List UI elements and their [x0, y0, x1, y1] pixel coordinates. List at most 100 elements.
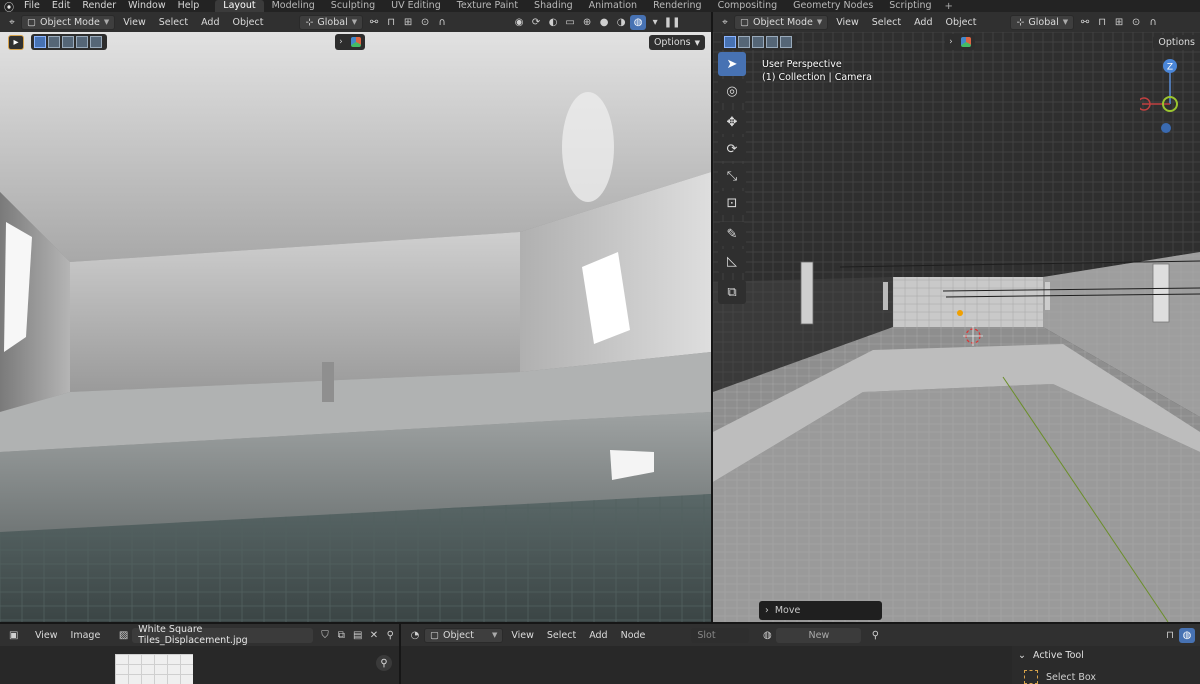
tool-settings-icon[interactable]: ⊓: [1162, 628, 1178, 643]
tab-modeling[interactable]: Modeling: [264, 0, 323, 12]
add-cube-icon[interactable]: ⧉: [718, 280, 746, 304]
shader-editor[interactable]: ◔ ▢ Object ▼ View Select Add Node Slot ◍…: [401, 624, 1012, 684]
select-invert-icon[interactable]: [76, 36, 88, 48]
select-intersect-icon[interactable]: [90, 36, 102, 48]
select-intersect-icon[interactable]: [780, 36, 792, 48]
cursor-icon[interactable]: ◎: [718, 79, 746, 103]
image-browse-icon[interactable]: ▨: [116, 628, 131, 643]
tab-texture-paint[interactable]: Texture Paint: [449, 0, 526, 12]
navigation-gizmo[interactable]: Z: [1140, 52, 1200, 152]
unlink-image-icon[interactable]: ✕: [366, 628, 381, 643]
properties-editor[interactable]: ⊓ ◍ ⌄ Active Tool Select Box: [1012, 624, 1200, 684]
move-icon[interactable]: ✥: [718, 110, 746, 134]
right-mode-dropdown[interactable]: ▢ Object Mode ▼: [734, 14, 829, 30]
left-menu-object[interactable]: Object: [227, 15, 268, 30]
menu-edit[interactable]: Edit: [46, 0, 76, 12]
tab-compositing[interactable]: Compositing: [710, 0, 786, 12]
left-menu-add[interactable]: Add: [196, 15, 224, 30]
menu-help[interactable]: Help: [172, 0, 206, 12]
select-new-icon[interactable]: [724, 36, 736, 48]
snap-target-icon[interactable]: ⊞: [1111, 15, 1127, 30]
pin-icon[interactable]: ⚲: [383, 628, 398, 643]
node-editor-type-icon[interactable]: ◔: [407, 628, 423, 643]
zoom-icon[interactable]: ⚲: [376, 655, 392, 671]
shader-type-dropdown[interactable]: ▢ Object ▼: [424, 627, 504, 643]
right-menu-view[interactable]: View: [831, 15, 864, 30]
select-new-icon[interactable]: [34, 36, 46, 48]
rotate-icon[interactable]: ⟳: [718, 137, 746, 161]
shading-options-icon[interactable]: ▾: [647, 15, 663, 30]
select-box-tool[interactable]: Select Box: [1024, 670, 1096, 684]
shader-menu-node[interactable]: Node: [616, 628, 651, 643]
menu-render[interactable]: Render: [76, 0, 122, 12]
tab-shading[interactable]: Shading: [526, 0, 581, 12]
right-3d-viewport[interactable]: ⌖ ▢ Object Mode ▼ View Select Add Object…: [713, 12, 1200, 622]
pivot-icon[interactable]: ⚯: [366, 15, 382, 30]
tab-layout[interactable]: Layout: [215, 0, 264, 12]
right-menu-add[interactable]: Add: [909, 15, 937, 30]
select-box-icon[interactable]: ➤: [718, 52, 746, 76]
right-menu-object[interactable]: Object: [940, 15, 981, 30]
last-operator-panel[interactable]: › Move: [759, 601, 882, 620]
tab-scripting[interactable]: Scripting: [881, 0, 939, 12]
editor-type-icon[interactable]: ⌖: [4, 15, 20, 30]
tab-geometry-nodes[interactable]: Geometry Nodes: [785, 0, 881, 12]
new-material-button[interactable]: New: [776, 627, 862, 643]
right-menu-select[interactable]: Select: [867, 15, 906, 30]
image-menu-image[interactable]: Image: [66, 628, 106, 643]
fake-user-icon[interactable]: ⛉: [317, 628, 332, 643]
left-scene-toggle[interactable]: ›: [335, 34, 365, 50]
select-subtract-icon[interactable]: [752, 36, 764, 48]
material-browse-icon[interactable]: ◍: [759, 628, 775, 643]
tab-uv-editing[interactable]: UV Editing: [383, 0, 449, 12]
image-editor[interactable]: ▣ View Image ▨ White Square Tiles_Displa…: [0, 624, 399, 684]
pivot-icon[interactable]: ⚯: [1077, 15, 1093, 30]
select-extend-icon[interactable]: [738, 36, 750, 48]
image-name-field[interactable]: White Square Tiles_Displacement.jpg: [132, 624, 314, 646]
proportional-edit-icon[interactable]: ⊙: [1128, 15, 1144, 30]
pin-icon[interactable]: ⚲: [867, 628, 883, 643]
left-transform-orientation[interactable]: ⊹ Global ▼: [299, 14, 364, 30]
right-options-button[interactable]: Options: [1153, 35, 1200, 50]
tool-select-icon[interactable]: ▸: [8, 34, 24, 50]
left-options-button[interactable]: Options ▼: [648, 35, 705, 50]
tab-rendering[interactable]: Rendering: [645, 0, 710, 12]
falloff-icon[interactable]: ∩: [1145, 15, 1161, 30]
gizmo-icon[interactable]: ⟳: [528, 15, 544, 30]
transform-icon[interactable]: ⊡: [718, 191, 746, 215]
scale-icon[interactable]: ⤡: [718, 164, 746, 188]
measure-icon[interactable]: ◺: [718, 249, 746, 273]
proportional-edit-icon[interactable]: ⊙: [417, 15, 433, 30]
editor-type-icon[interactable]: ⌖: [717, 15, 733, 30]
shading-solid-icon[interactable]: ●: [596, 15, 612, 30]
image-editor-type-icon[interactable]: ▣: [6, 628, 21, 643]
duplicate-image-icon[interactable]: ⧉: [334, 628, 349, 643]
shader-menu-add[interactable]: Add: [584, 628, 612, 643]
select-extend-icon[interactable]: [48, 36, 60, 48]
tab-sculpting[interactable]: Sculpting: [323, 0, 383, 12]
left-3d-viewport[interactable]: ⌖ ▢ Object Mode ▼ View Select Add Object…: [0, 12, 711, 622]
xray-icon[interactable]: ▭: [562, 15, 578, 30]
visibility-icon[interactable]: ◉: [511, 15, 527, 30]
right-transform-orientation[interactable]: ⊹ Global ▼: [1010, 14, 1075, 30]
snap-icon[interactable]: ⊓: [1094, 15, 1110, 30]
left-menu-view[interactable]: View: [118, 15, 151, 30]
falloff-icon[interactable]: ∩: [434, 15, 450, 30]
active-tool-section[interactable]: ⌄ Active Tool: [1018, 650, 1084, 661]
shader-menu-select[interactable]: Select: [542, 628, 581, 643]
tab-animation[interactable]: Animation: [581, 0, 645, 12]
shading-wireframe-icon[interactable]: ⊕: [579, 15, 595, 30]
menu-file[interactable]: File: [18, 0, 46, 12]
image-menu-view[interactable]: View: [30, 628, 63, 643]
select-invert-icon[interactable]: [766, 36, 778, 48]
menu-window[interactable]: Window: [122, 0, 171, 12]
shading-material-icon[interactable]: ◑: [613, 15, 629, 30]
annotate-icon[interactable]: ✎: [718, 222, 746, 246]
shader-menu-view[interactable]: View: [506, 628, 539, 643]
select-subtract-icon[interactable]: [62, 36, 74, 48]
neg-z-axis-icon[interactable]: [1161, 123, 1171, 133]
shading-rendered-icon[interactable]: ◍: [630, 14, 647, 30]
right-scene-toggle[interactable]: ›: [945, 34, 975, 50]
snap-target-icon[interactable]: ⊞: [400, 15, 416, 30]
material-slot-dropdown[interactable]: Slot: [691, 627, 750, 643]
